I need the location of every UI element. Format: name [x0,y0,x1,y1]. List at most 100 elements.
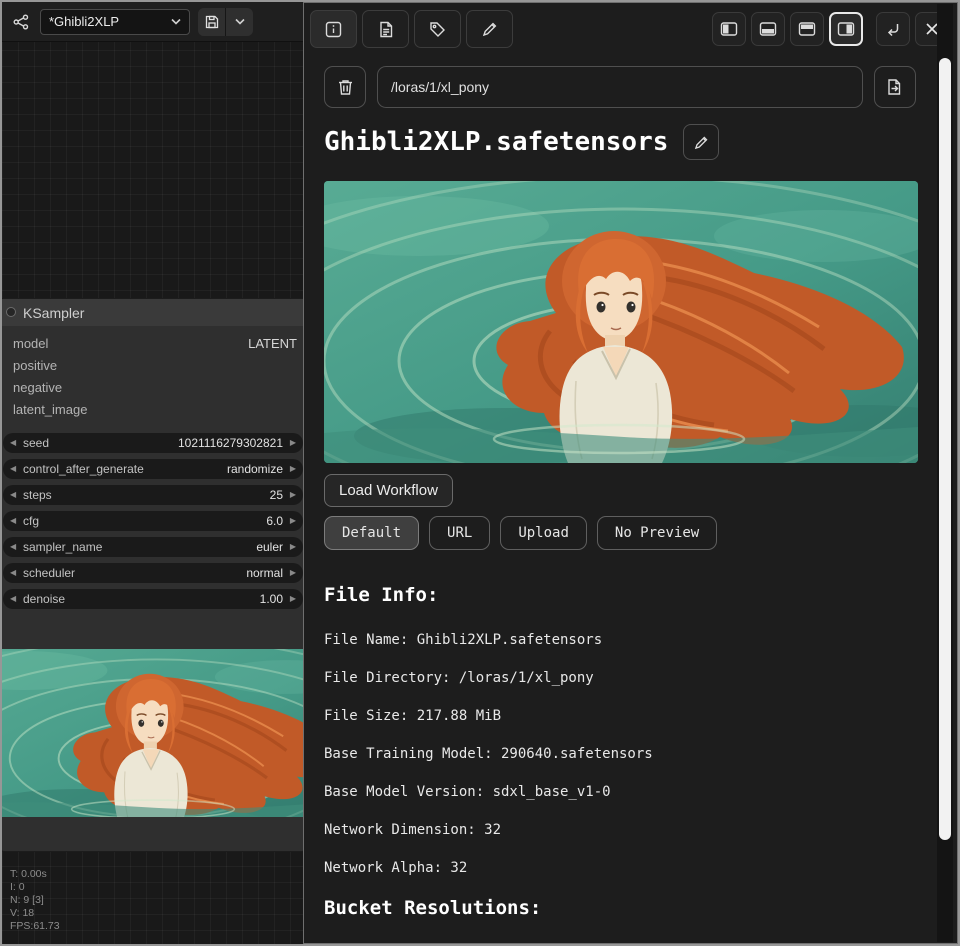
save-icon [205,15,219,29]
widget-scheduler[interactable]: scheduler normal [3,563,303,583]
decrement-icon[interactable] [10,511,16,531]
tag-icon [429,21,446,38]
widget-sampler-name[interactable]: sampler_name euler [3,537,303,557]
dock-top-icon [798,20,816,38]
pencil-icon [694,135,709,150]
decrement-icon[interactable] [10,589,16,609]
node-io: model LATENT positive negative latent_im… [2,326,305,421]
node-header[interactable]: KSampler [2,299,305,326]
pencil-icon [482,21,498,37]
increment-icon[interactable] [290,433,296,453]
output-slot-latent[interactable]: LATENT [248,333,297,355]
dock-left-button[interactable] [712,12,746,46]
increment-icon[interactable] [290,589,296,609]
canvas-stats: T: 0.00s I: 0 N: 9 [3] V: 18 FPS:61.73 [10,868,60,933]
model-title: Ghibli2XLP.safetensors [324,127,668,157]
increment-icon[interactable] [290,485,296,505]
file-info-network-alpha: Network Alpha: 32 [324,860,467,876]
tab-info[interactable] [310,10,357,48]
decrement-icon[interactable] [10,459,16,479]
decrement-icon[interactable] [10,537,16,557]
file-move-icon [886,78,904,96]
swap-side-button[interactable] [876,12,910,46]
input-slot-model[interactable]: model LATENT [2,333,305,355]
decrement-icon[interactable] [10,563,16,583]
workflow-topbar: *Ghibli2XLP [2,2,305,42]
widget-cfg[interactable]: cfg 6.0 [3,511,303,531]
file-info-base-training-model: Base Training Model: 290640.safetensors [324,746,653,762]
move-model-button[interactable] [874,66,916,108]
stat-v: V: 18 [10,907,60,920]
dock-right-button[interactable] [829,12,863,46]
delete-model-button[interactable] [324,66,366,108]
preview-image[interactable] [324,181,918,463]
panel-toolbar [310,9,949,49]
workflows-icon[interactable] [10,11,32,33]
rename-model-button[interactable] [683,124,719,160]
increment-icon[interactable] [290,563,296,583]
dock-right-icon [837,20,855,38]
ksampler-node[interactable]: KSampler model LATENT positive negative … [2,298,305,852]
file-info-name: File Name: Ghibli2XLP.safetensors [324,632,602,648]
preview-url-button[interactable]: URL [429,516,490,550]
dock-top-button[interactable] [790,12,824,46]
tab-tags[interactable] [414,10,461,48]
preview-none-button[interactable]: No Preview [597,516,717,550]
preview-source-row: Default URL Upload No Preview [324,516,717,550]
stat-fps: FPS:61.73 [10,920,60,933]
increment-icon[interactable] [290,511,296,531]
info-icon [325,21,342,38]
node-preview-image [2,649,305,817]
input-slot-positive[interactable]: positive [2,355,305,377]
stat-time: T: 0.00s [10,868,60,881]
load-workflow-button[interactable]: Load Workflow [324,474,453,507]
dock-bottom-icon [759,20,777,38]
workflow-select[interactable]: *Ghibli2XLP [40,9,190,35]
trash-icon [337,78,354,96]
node-widgets: seed 1021116279302821 control_after_gene… [2,421,305,609]
node-collapse-dot[interactable] [6,307,16,317]
chevron-down-icon [171,18,181,25]
scrollbar-thumb[interactable] [939,58,951,840]
stat-i: I: 0 [10,881,60,894]
title-row: Ghibli2XLP.safetensors [324,124,719,160]
file-info-heading: File Info: [324,584,438,606]
decrement-icon[interactable] [10,433,16,453]
panel-scrollbar[interactable] [937,4,953,942]
file-info-size: File Size: 217.88 MiB [324,708,501,724]
app-window: KSampler model LATENT positive negative … [0,0,960,946]
increment-icon[interactable] [290,537,296,557]
stat-n: N: 9 [3] [10,894,60,907]
save-button[interactable] [198,8,225,36]
graph-canvas[interactable]: KSampler model LATENT positive negative … [2,2,305,944]
widget-denoise[interactable]: denoise 1.00 [3,589,303,609]
tab-edit[interactable] [466,10,513,48]
tab-description[interactable] [362,10,409,48]
model-path-input[interactable] [377,66,863,108]
chevron-down-icon [235,18,245,25]
widget-seed[interactable]: seed 1021116279302821 [3,433,303,453]
save-split-button [198,8,253,36]
document-icon [378,21,394,38]
input-slot-negative[interactable]: negative [2,377,305,399]
swap-arrow-icon [884,20,902,38]
save-menu-button[interactable] [226,8,253,36]
file-info-network-dimension: Network Dimension: 32 [324,822,501,838]
dock-left-icon [720,20,738,38]
preview-default-button[interactable]: Default [324,516,419,550]
decrement-icon[interactable] [10,485,16,505]
file-info-base-model-version: Base Model Version: sdxl_base_v1-0 [324,784,611,800]
widget-control-after-generate[interactable]: control_after_generate randomize [3,459,303,479]
widget-steps[interactable]: steps 25 [3,485,303,505]
bucket-resolutions-heading: Bucket Resolutions: [324,897,541,919]
preview-upload-button[interactable]: Upload [500,516,587,550]
increment-icon[interactable] [290,459,296,479]
model-info-panel: Ghibli2XLP.safetensors [303,2,958,944]
node-title: KSampler [23,305,84,321]
workflow-name: *Ghibli2XLP [49,14,119,29]
input-slot-latent-image[interactable]: latent_image [2,399,305,421]
dock-bottom-button[interactable] [751,12,785,46]
path-row [324,66,916,108]
file-info-directory: File Directory: /loras/1/xl_pony [324,670,594,686]
panel-layout-controls [712,12,949,46]
